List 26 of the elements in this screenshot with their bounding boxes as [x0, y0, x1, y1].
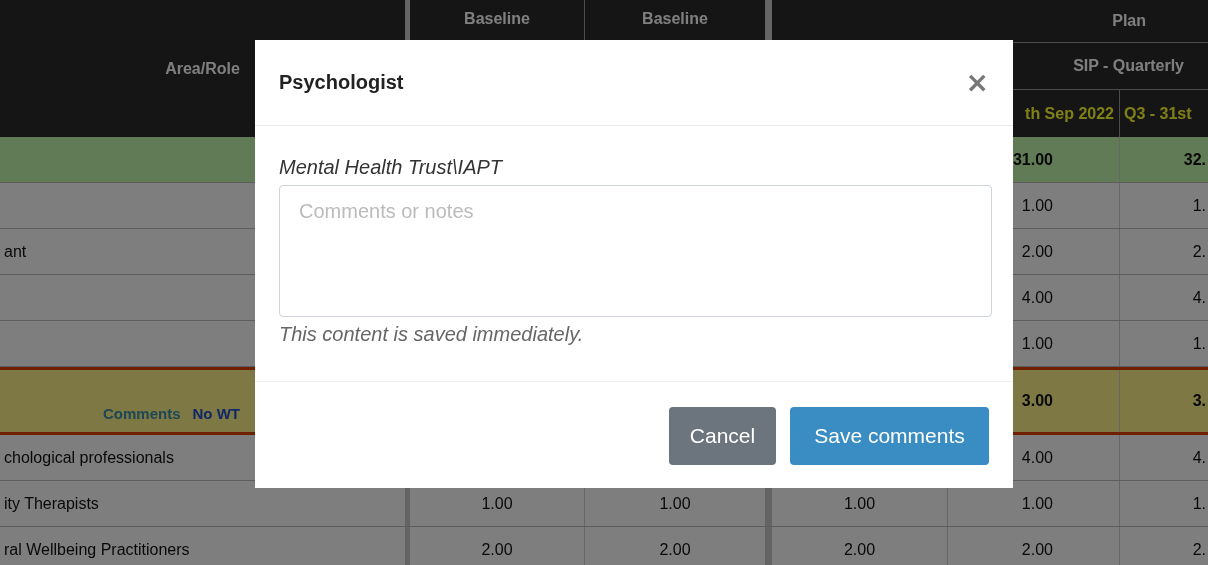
- column-header: Q3 - 31st: [1123, 103, 1193, 124]
- table-cell-text: 2.: [1191, 539, 1207, 560]
- table-cell-text: 4.: [1191, 447, 1207, 468]
- role-name: ral Wellbeing Practitioners: [4, 540, 190, 559]
- dialog-subtitle: Mental Health Trust\IAPT: [279, 156, 504, 179]
- cancel-button[interactable]: Cancel: [669, 407, 776, 465]
- save-note: This content is saved immediately.: [279, 323, 585, 346]
- role-name: ity Therapists: [4, 494, 99, 513]
- table-cell-text: 4.: [1191, 287, 1207, 308]
- table-cell-text: 32.: [1182, 149, 1207, 170]
- row-link[interactable]: No WT: [192, 405, 240, 422]
- table-cell-text: 3.: [1191, 391, 1207, 411]
- role-name: ant: [4, 242, 27, 261]
- table-cell-text: 1.: [1191, 195, 1207, 216]
- save-button[interactable]: Save comments: [790, 407, 989, 465]
- table-cell: 2.00: [410, 527, 585, 565]
- table-cell-text: 1.: [1191, 493, 1207, 514]
- dialog-title: Psychologist: [279, 71, 404, 94]
- row-link[interactable]: Comments: [103, 405, 181, 422]
- comments-field[interactable]: Comments or notes: [279, 185, 992, 317]
- table-cell-text: 1.: [1191, 333, 1207, 354]
- role-name: chological professionals: [4, 448, 174, 467]
- table-cell: 2.00: [772, 527, 948, 565]
- table-cell-text: 2.: [1191, 241, 1207, 262]
- table-cell: 2.00: [948, 527, 1120, 565]
- table-cell: 2.00: [585, 527, 772, 565]
